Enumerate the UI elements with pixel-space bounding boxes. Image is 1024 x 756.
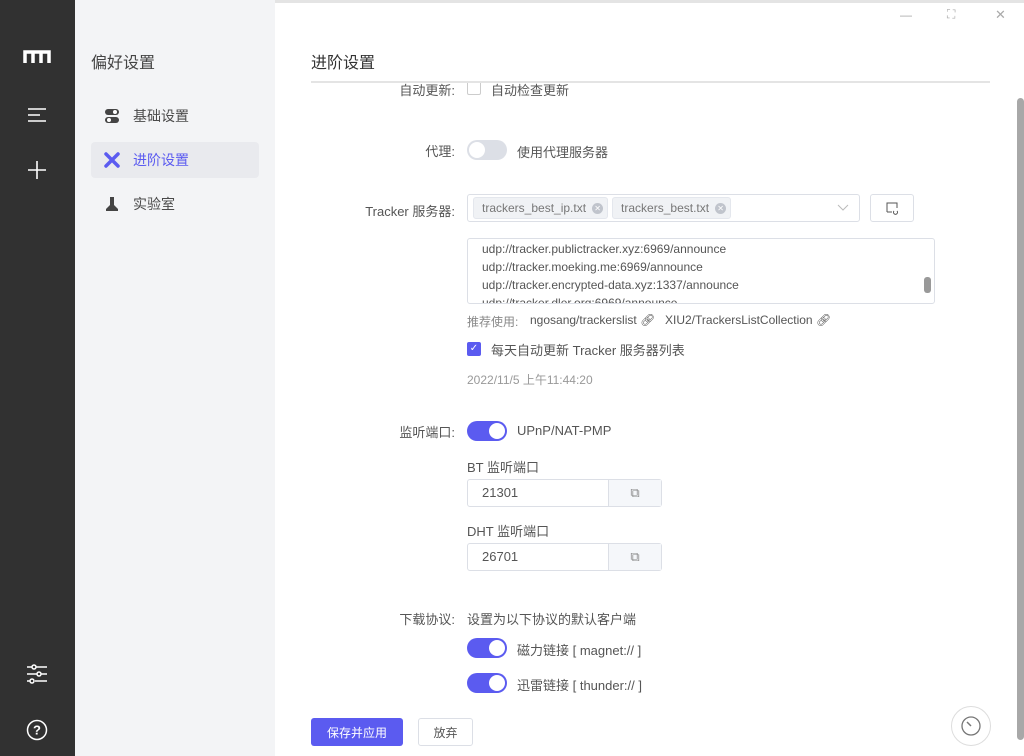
tracker-tag: trackers_best.txt ✕ bbox=[612, 197, 732, 219]
protocol-label: 下载协议: bbox=[399, 612, 455, 627]
page-scrollbar[interactable] bbox=[1017, 98, 1024, 740]
daily-update-checkbox[interactable]: ✓ bbox=[467, 342, 481, 356]
settings-form: 自动更新: 自动检查更新 代理: 使用代理服务器 Tracker 服务器: tr… bbox=[275, 83, 1024, 703]
remove-tag-icon[interactable]: ✕ bbox=[592, 202, 604, 214]
discard-button[interactable]: 放弃 bbox=[418, 718, 473, 746]
sidebar-item-lab[interactable]: 实验室 bbox=[91, 186, 259, 222]
upnp-toggle[interactable] bbox=[467, 421, 507, 441]
tools-icon bbox=[103, 151, 121, 169]
sidebar-item-label: 进阶设置 bbox=[133, 152, 189, 168]
tracker-tag: trackers_best_ip.txt ✕ bbox=[473, 197, 609, 219]
speedometer-button[interactable] bbox=[951, 706, 991, 746]
main-panel: — ⛶ ✕ 进阶设置 自动更新: 自动检查更新 代理: 使用代理服务器 Trac… bbox=[275, 0, 1024, 756]
random-port-button[interactable]: ⧉ bbox=[608, 544, 661, 570]
tracker-list-textarea[interactable]: udp://tracker.publictracker.xyz:6969/ann… bbox=[467, 238, 935, 304]
speedometer-icon bbox=[961, 716, 981, 736]
minimize-button[interactable]: — bbox=[900, 8, 912, 22]
tracker-url: udp://tracker.moeking.me:6969/announce bbox=[482, 260, 703, 274]
sidebar-item-label: 实验室 bbox=[133, 196, 175, 212]
top-border bbox=[275, 0, 1024, 3]
thunder-toggle[interactable] bbox=[467, 673, 507, 693]
dht-port-label: DHT 监听端口 bbox=[467, 524, 550, 539]
dice-icon: ⧉ bbox=[630, 549, 640, 564]
port-label: 监听端口: bbox=[399, 425, 455, 440]
sidebar-item-label: 基础设置 bbox=[133, 108, 189, 124]
toggle-icon bbox=[103, 108, 121, 124]
auto-update-text: 自动检查更新 bbox=[491, 83, 570, 98]
protocol-desc: 设置为以下协议的默认客户端 bbox=[467, 612, 637, 627]
magnet-toggle[interactable] bbox=[467, 638, 507, 658]
logo-icon bbox=[22, 42, 52, 72]
textarea-scrollbar[interactable] bbox=[924, 277, 931, 293]
tracker-label: Tracker 服务器: bbox=[365, 204, 455, 219]
dht-port-value: 26701 bbox=[482, 549, 519, 564]
random-port-button[interactable]: ⧉ bbox=[608, 480, 661, 506]
save-button[interactable]: 保存并应用 bbox=[311, 718, 403, 746]
sync-tracker-button[interactable] bbox=[870, 194, 914, 222]
remove-tag-icon[interactable]: ✕ bbox=[715, 202, 727, 214]
add-task-icon[interactable] bbox=[22, 155, 52, 185]
xiu2-link[interactable]: XIU2/TrackersListCollection 🔗︎ bbox=[665, 313, 831, 327]
chevron-down-icon bbox=[837, 204, 849, 211]
last-update-time: 2022/11/5 上午11:44:20 bbox=[467, 373, 593, 387]
dht-port-input[interactable]: 26701 ⧉ bbox=[467, 543, 662, 571]
sidebar-item-basic[interactable]: 基础设置 bbox=[91, 98, 259, 134]
sidebar-item-advanced[interactable]: 进阶设置 bbox=[91, 142, 259, 178]
proxy-text: 使用代理服务器 bbox=[517, 145, 609, 160]
flask-icon bbox=[103, 196, 121, 212]
auto-update-checkbox[interactable] bbox=[467, 83, 481, 95]
ngosang-link[interactable]: ngosang/trackerslist 🔗︎ bbox=[530, 313, 655, 327]
link-icon: 🔗︎ bbox=[640, 313, 656, 327]
auto-update-label: 自动更新: bbox=[399, 83, 455, 98]
page-title: 进阶设置 bbox=[311, 55, 376, 72]
bt-port-value: 21301 bbox=[482, 485, 519, 500]
preferences-icon[interactable] bbox=[22, 659, 52, 689]
proxy-toggle[interactable] bbox=[467, 140, 507, 160]
proxy-label: 代理: bbox=[425, 144, 455, 159]
tracker-url: udp://tracker.publictracker.xyz:6969/ann… bbox=[482, 242, 727, 256]
maximize-button[interactable]: ⛶ bbox=[947, 7, 955, 22]
tracker-url: udp://tracker.dler.org:6969/announce bbox=[482, 296, 678, 304]
preferences-sidebar: 偏好设置 基础设置 进阶设置 实验室 bbox=[75, 0, 275, 756]
upnp-text: UPnP/NAT-PMP bbox=[517, 423, 612, 438]
svg-text:?: ? bbox=[33, 723, 41, 738]
sidebar-title: 偏好设置 bbox=[91, 55, 156, 72]
tracker-url: udp://tracker.encrypted-data.xyz:1337/an… bbox=[482, 278, 739, 292]
link-text: ngosang/trackerslist bbox=[530, 313, 637, 327]
recommend-label: 推荐使用: bbox=[467, 315, 519, 329]
close-button[interactable]: ✕ bbox=[995, 7, 1006, 23]
bt-port-label: BT 监听端口 bbox=[467, 460, 539, 475]
magnet-text: 磁力链接 [ magnet:// ] bbox=[517, 643, 642, 658]
daily-update-text: 每天自动更新 Tracker 服务器列表 bbox=[491, 343, 685, 358]
help-icon[interactable]: ? bbox=[22, 715, 52, 745]
thunder-text: 迅雷链接 [ thunder:// ] bbox=[517, 678, 642, 693]
task-list-icon[interactable] bbox=[22, 100, 52, 130]
sync-icon bbox=[886, 202, 898, 215]
link-text: XIU2/TrackersListCollection bbox=[665, 313, 813, 327]
dice-icon: ⧉ bbox=[630, 485, 640, 500]
app-rail: ? bbox=[0, 0, 75, 756]
tag-label: trackers_best_ip.txt bbox=[482, 201, 587, 215]
tracker-source-select[interactable]: trackers_best_ip.txt ✕ trackers_best.txt ✕ bbox=[467, 194, 860, 222]
tag-label: trackers_best.txt bbox=[621, 201, 710, 215]
link-icon: 🔗︎ bbox=[815, 313, 832, 327]
bt-port-input[interactable]: 21301 ⧉ bbox=[467, 479, 662, 507]
